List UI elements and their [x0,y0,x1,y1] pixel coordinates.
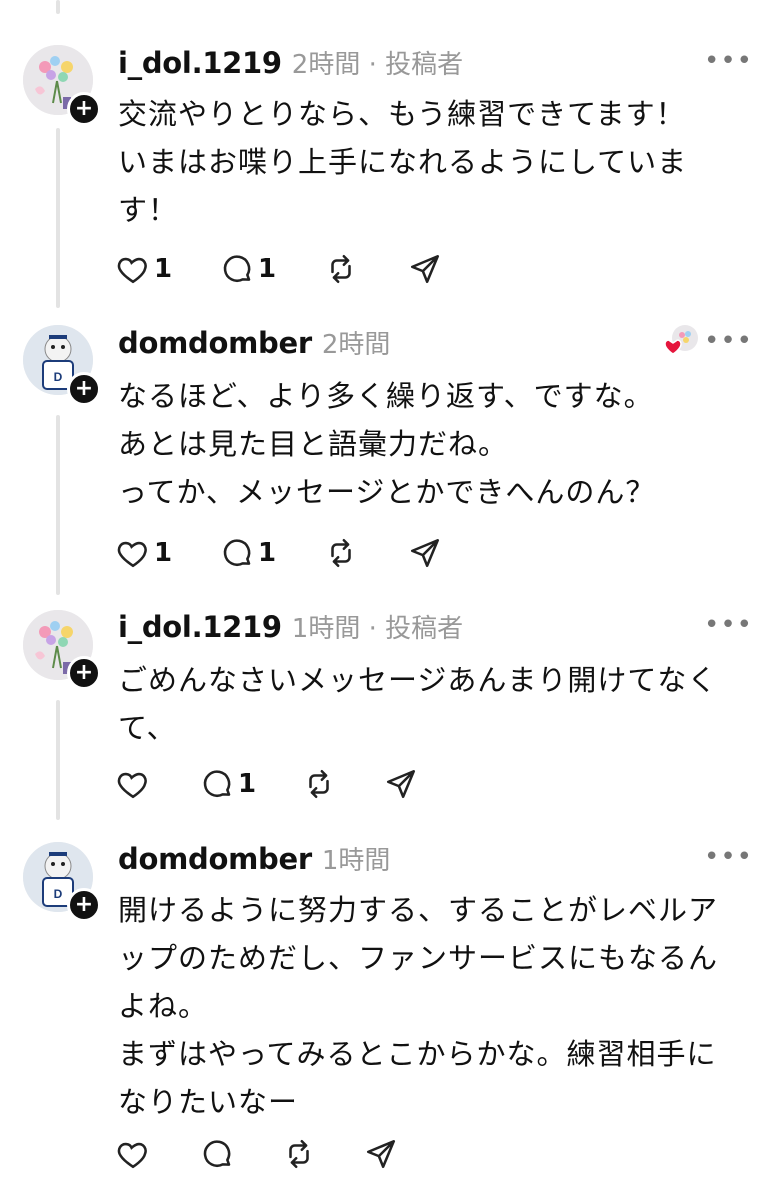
svg-text:D: D [54,370,63,384]
repost-icon [331,538,351,568]
send-icon [366,1139,396,1169]
previous-post-actions [0,0,783,6]
post-text: ごめんなさいメッセージあんまり開けてなく て、 [118,663,718,745]
like-button[interactable] [116,1134,150,1174]
post-header: domdomber 1時間 [118,840,390,880]
follow-plus-button[interactable]: + [67,372,101,406]
send-icon [410,254,440,284]
repost-icon [331,254,351,284]
send-icon [410,538,440,568]
reply-button[interactable]: 1 [200,764,256,804]
like-button[interactable]: 1 [116,249,172,289]
share-button[interactable] [384,764,418,804]
more-options-icon[interactable]: ••• [704,842,753,872]
heart-icon [117,772,147,799]
like-button[interactable]: 1 [116,533,172,573]
like-count: 1 [154,254,173,284]
repost-icon [309,769,329,799]
heart-icon [117,1142,147,1169]
send-icon [386,769,416,799]
svg-text:D: D [54,887,63,901]
more-options-icon[interactable]: ••• [704,610,753,640]
share-button[interactable] [408,533,442,573]
liked-by-author-indicator [663,324,699,360]
reply-button[interactable]: 1 [220,249,276,289]
follow-plus-button[interactable]: + [67,888,101,922]
like-button[interactable] [116,764,150,804]
reply-count: 1 [258,254,277,284]
reply-count: 1 [238,769,257,799]
follow-plus-button[interactable]: + [67,656,101,690]
post-meta: 2時間 · 投稿者 [291,50,464,80]
username[interactable]: i_dol.1219 [118,610,282,644]
post-meta: 1時間 [321,846,391,876]
post-text: 交流やりとりなら、もう練習できてます！ いまはお喋り上手になれるようにしていま … [118,97,688,227]
comment-icon [203,1140,231,1167]
post-meta: 2時間 [321,330,391,360]
post-header: i_dol.1219 2時間 · 投稿者 [118,44,463,84]
more-options-icon[interactable]: ••• [704,46,753,76]
comment-icon [223,255,251,282]
follow-plus-button[interactable]: + [67,92,101,126]
post-text: 開けるように努力する、することがレベルア ップのためだし、ファンサービスにもなる… [118,893,719,1119]
thread-line [56,415,60,595]
share-button[interactable] [364,1134,398,1174]
comment-icon [203,770,231,797]
repost-button[interactable] [282,1134,316,1174]
reply-button[interactable] [200,1134,234,1174]
share-button[interactable] [408,249,442,289]
comment-icon [223,539,251,566]
author-avatar-mini-icon [664,325,698,355]
username[interactable]: domdomber [118,326,312,360]
heart-icon [117,257,147,284]
heart-icon [117,541,147,568]
thread-line [56,128,60,308]
repost-button[interactable] [324,249,358,289]
reply-button[interactable]: 1 [220,533,276,573]
username[interactable]: domdomber [118,842,312,876]
post-text: なるほど、より多く繰り返す、ですな。 あとは見た目と語彙力だね。 ってか、メッセ… [118,379,656,509]
repost-button[interactable] [324,533,358,573]
post-header: domdomber 2時間 [118,324,390,364]
post-meta: 1時間 · 投稿者 [291,614,464,644]
thread-line [56,0,60,14]
repost-icon [289,1139,309,1169]
reply-count: 1 [258,538,277,568]
username[interactable]: i_dol.1219 [118,46,282,80]
post-header: i_dol.1219 1時間 · 投稿者 [118,608,463,648]
like-count: 1 [154,538,173,568]
more-options-icon[interactable]: ••• [704,326,753,356]
repost-button[interactable] [302,764,336,804]
thread-line [56,700,60,820]
